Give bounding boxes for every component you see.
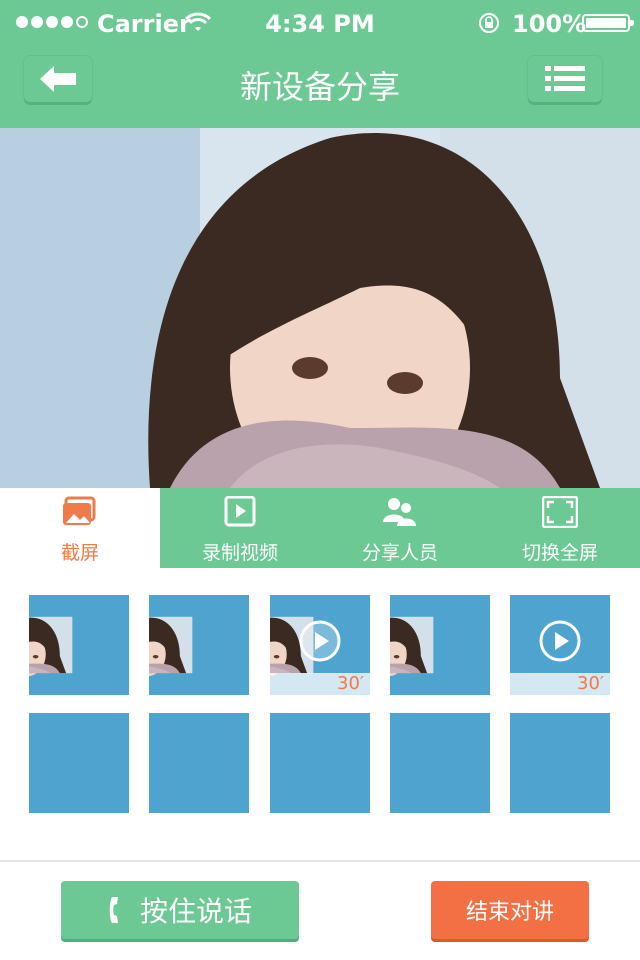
video-duration: 30′: [337, 673, 364, 694]
record-video-icon: [224, 496, 256, 527]
tab-label: 切换全屏: [521, 542, 598, 564]
thumbnail-empty[interactable]: [149, 713, 249, 813]
share-people-icon: [383, 498, 416, 526]
fullscreen-icon: [542, 496, 578, 528]
preview-image: [0, 128, 640, 488]
thumbnail-video-placeholder[interactable]: 30′: [510, 595, 610, 695]
thumbnail-image: [29, 595, 129, 695]
thumbnail-empty[interactable]: [29, 713, 129, 813]
thumbnail-empty[interactable]: [510, 713, 610, 813]
tab-bar: 截屏 录制视频 分享人员 切换全屏: [0, 488, 640, 568]
screenshot-icon: [63, 496, 96, 525]
phone-icon: [109, 897, 118, 923]
battery-icon: [582, 14, 634, 32]
tab-record-video[interactable]: 录制视频: [160, 488, 320, 568]
battery-percent: 100%: [512, 10, 587, 38]
status-bar: Carrier 4:34 PM 100%: [0, 0, 640, 44]
thumbnail-image: [149, 595, 249, 695]
tab-screenshot[interactable]: 截屏: [0, 488, 160, 568]
list-menu-icon: [545, 66, 585, 91]
thumbnail-empty[interactable]: [390, 713, 490, 813]
tab-label: 截屏: [60, 542, 99, 564]
play-icon: [539, 620, 581, 662]
menu-button[interactable]: [528, 56, 602, 102]
push-to-talk-label: 按住说话: [139, 895, 252, 928]
thumbnail-photo[interactable]: [29, 595, 129, 695]
thumbnail-empty[interactable]: [270, 713, 370, 813]
end-intercom-label: 结束对讲: [465, 900, 554, 925]
thumbnail-photo[interactable]: [149, 595, 249, 695]
bottom-divider: [0, 860, 640, 862]
tab-label: 录制视频: [201, 542, 278, 564]
rotation-lock-icon: [479, 13, 499, 33]
top-bar: Carrier 4:34 PM 100% 新设备分享: [0, 0, 640, 128]
video-duration: 30′: [577, 673, 604, 694]
tab-share-people[interactable]: 分享人员: [320, 488, 480, 568]
video-preview[interactable]: [0, 128, 640, 488]
thumbnail-image: [390, 595, 490, 695]
play-icon: [299, 620, 341, 662]
push-to-talk-button[interactable]: 按住说话: [61, 881, 299, 939]
tab-fullscreen[interactable]: 切换全屏: [480, 488, 640, 568]
end-intercom-button[interactable]: 结束对讲: [431, 881, 589, 939]
thumbnail-video[interactable]: 30′: [270, 595, 370, 695]
tab-label: 分享人员: [361, 542, 438, 564]
thumbnail-photo[interactable]: [390, 595, 490, 695]
